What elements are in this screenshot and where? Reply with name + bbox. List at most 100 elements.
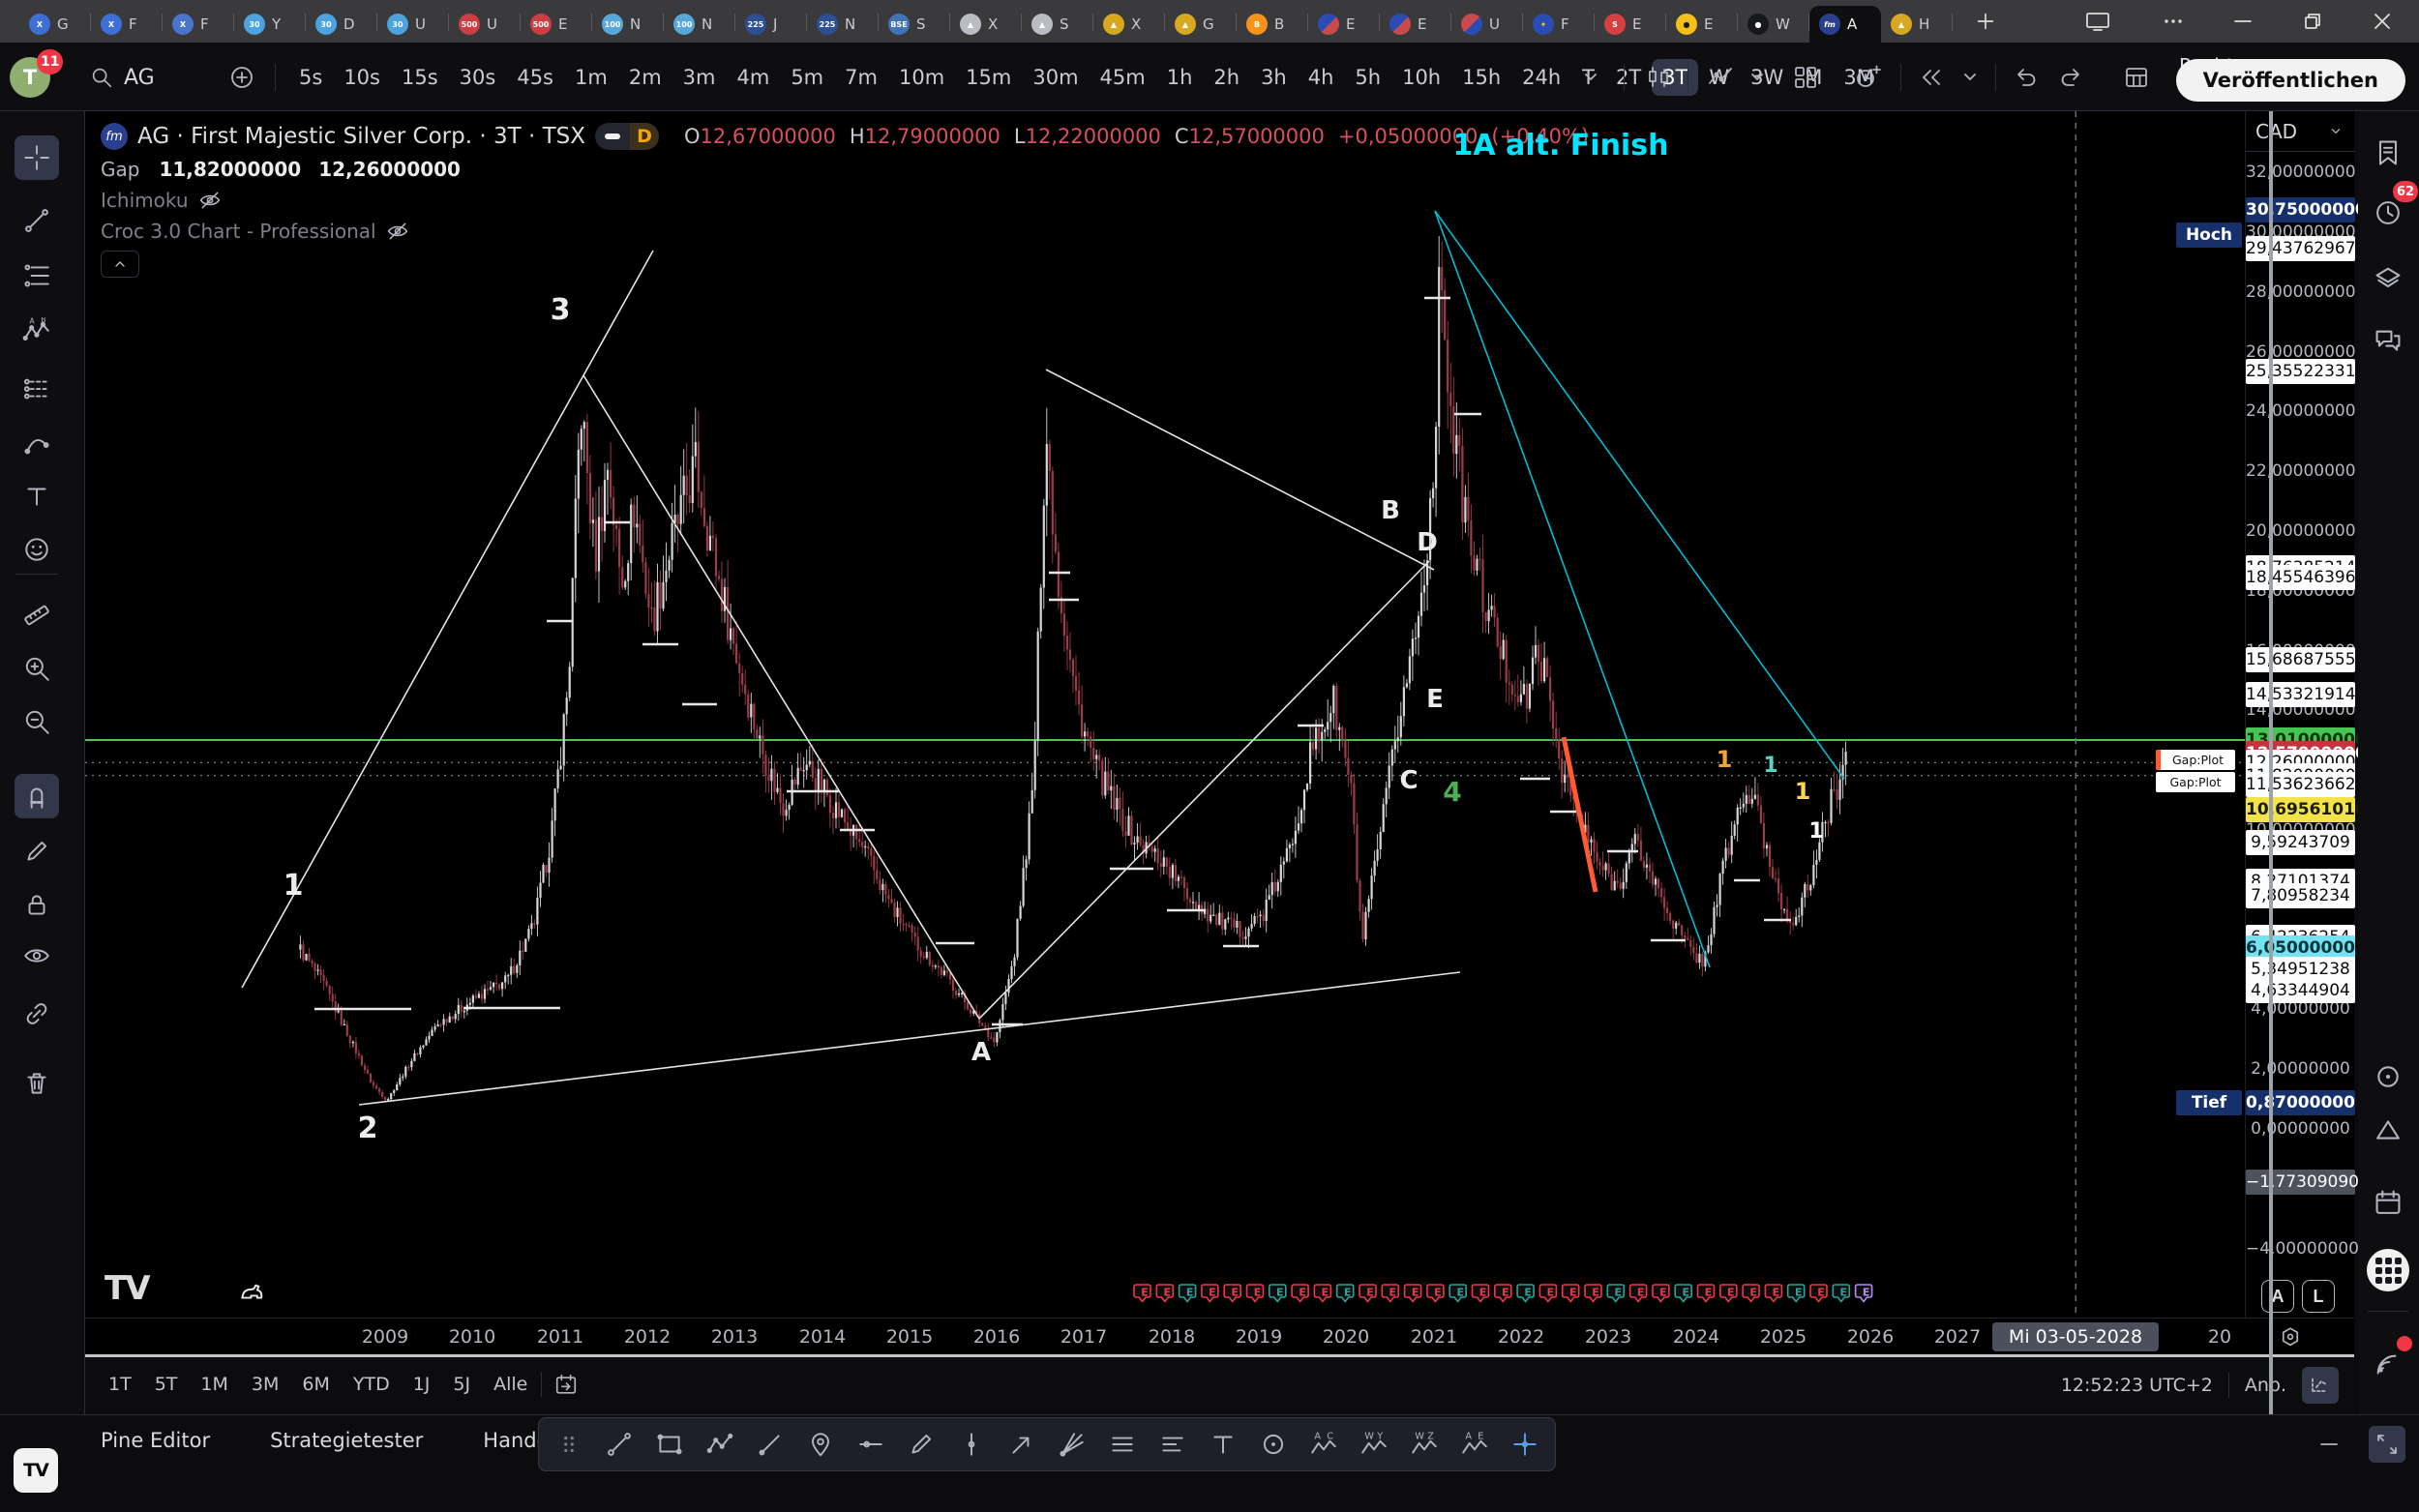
browser-tab-active[interactable]: fmA <box>1809 6 1881 43</box>
minimize-icon[interactable] <box>2222 4 2264 39</box>
tradingview-app-icon[interactable]: TV <box>14 1448 58 1493</box>
timeframe-5s[interactable]: 5s <box>288 59 333 96</box>
timeframe-10m[interactable]: 10m <box>888 59 955 96</box>
xabcd-pattern-tool[interactable]: AB <box>15 310 59 354</box>
text-tool[interactable] <box>15 474 59 519</box>
trend-line-tool[interactable] <box>597 1423 642 1466</box>
timeframe-1h[interactable]: 1h <box>1156 59 1204 96</box>
new-tab-button[interactable] <box>1964 4 2007 39</box>
log-scale-button[interactable]: L <box>2302 1280 2335 1313</box>
layout-panel-button[interactable] <box>2115 56 2158 99</box>
browser-tab[interactable]: 100N <box>664 6 735 43</box>
timeframe-4m[interactable]: 4m <box>726 59 780 96</box>
timeframe-4h[interactable]: 4h <box>1298 59 1345 96</box>
browser-tab[interactable]: BB <box>1237 6 1308 43</box>
range-5t[interactable]: 5T <box>145 1367 188 1402</box>
range-ytd[interactable]: YTD <box>343 1367 400 1402</box>
arrow-tool[interactable] <box>1000 1423 1044 1466</box>
measure-rows-tool[interactable] <box>1100 1423 1145 1466</box>
panel-minimize-button[interactable] <box>2307 1423 2351 1466</box>
timeframe-30m[interactable]: 30m <box>1022 59 1089 96</box>
streams-icon[interactable] <box>2366 1054 2410 1099</box>
log-scale-button[interactable] <box>2302 1367 2339 1404</box>
browser-tab[interactable]: 30D <box>306 6 377 43</box>
text-note-tool[interactable] <box>1201 1423 1245 1466</box>
timeframe-5h[interactable]: 5h <box>1344 59 1391 96</box>
legend-collapse-button[interactable] <box>101 251 139 278</box>
indicator-row-croc[interactable]: Croc 3.0 Chart - Professional <box>101 220 1589 243</box>
browser-tab[interactable]: 500U <box>449 6 521 43</box>
browser-tab[interactable]: 500E <box>521 6 592 43</box>
replay-menu-button[interactable] <box>1955 56 1986 99</box>
timeframe-2h[interactable]: 2h <box>1203 59 1250 96</box>
zoom-in-tool[interactable] <box>15 646 59 691</box>
lock-tool[interactable] <box>15 883 59 928</box>
browser-tab[interactable]: ▲S <box>1022 6 1093 43</box>
panel-expand-button[interactable] <box>2369 1426 2405 1463</box>
trend-line-tool[interactable] <box>15 198 59 243</box>
browser-tab[interactable]: U <box>1451 6 1523 43</box>
forecast-tool[interactable] <box>15 366 59 410</box>
clock[interactable]: 12:52:23 UTC+2 <box>2061 1375 2213 1396</box>
timeframe-5m[interactable]: 5m <box>780 59 834 96</box>
close-icon[interactable] <box>2361 4 2404 39</box>
auto-scale-button[interactable]: A <box>2261 1280 2294 1313</box>
indicators-menu-button[interactable] <box>1742 56 1773 99</box>
hide-drawings-tool[interactable] <box>15 934 59 978</box>
indicator-row-ichimoku[interactable]: Ichimoku <box>101 189 1589 212</box>
wave-labels[interactable]: 312ABCDE41111 <box>284 293 1824 1145</box>
circle-marker-tool[interactable] <box>1251 1423 1296 1466</box>
redo-button[interactable] <box>2049 56 2092 99</box>
browser-tab[interactable]: XF <box>91 6 163 43</box>
ideas-icon[interactable] <box>2366 1108 2410 1152</box>
create-alert-button[interactable] <box>1846 56 1889 99</box>
indicators-button[interactable] <box>1699 56 1742 99</box>
range-alle[interactable]: Alle <box>484 1367 537 1402</box>
eye-off-icon[interactable] <box>386 220 409 243</box>
time-axis[interactable]: 2009201020112012201320142015201620172018… <box>85 1318 2354 1354</box>
timeframe-3m[interactable]: 3m <box>672 59 727 96</box>
browser-tab[interactable]: XF <box>163 6 234 43</box>
align-lines-tool[interactable] <box>1150 1423 1195 1466</box>
crosshair-tool[interactable] <box>15 135 59 180</box>
price-axis[interactable]: CAD 32,0000000030,0000000028,0000000026,… <box>2245 111 2354 1354</box>
earnings-markers[interactable]: EEEEEEEEEEEEEEEEEEEEEEEEEEEEEEEEE <box>1134 1285 1872 1302</box>
horizontal-ray-tool[interactable] <box>849 1423 893 1466</box>
pattern-ae-tool[interactable]: AE <box>1452 1423 1497 1466</box>
pencil-tool[interactable] <box>15 829 59 874</box>
restore-icon[interactable] <box>2291 4 2334 39</box>
ray-tool[interactable] <box>748 1423 792 1466</box>
chart-style-button[interactable] <box>1637 56 1680 99</box>
price-chart[interactable]: EEEEEEEEEEEEEEEEEEEEEEEEEEEEEEEEE 312ABCD… <box>85 111 2245 1318</box>
range-1t[interactable]: 1T <box>99 1367 141 1402</box>
pattern-wy-tool[interactable]: WY <box>1352 1423 1396 1466</box>
level-segments[interactable] <box>314 298 1791 1024</box>
timeframe-10h[interactable]: 10h <box>1391 59 1451 96</box>
timeframe-15s[interactable]: 15s <box>391 59 449 96</box>
tab-strategy-tester[interactable]: Strategietester <box>270 1429 423 1452</box>
browser-tab[interactable]: ●E <box>1666 6 1738 43</box>
object-tree-icon[interactable] <box>2366 256 2410 301</box>
polyline-tool[interactable] <box>698 1423 742 1466</box>
pattern-ac-tool[interactable]: AC <box>1301 1423 1346 1466</box>
browser-tab[interactable]: ▲X <box>950 6 1022 43</box>
go-to-date-button[interactable] <box>546 1372 586 1397</box>
time-axis-settings-icon[interactable] <box>2274 1322 2307 1351</box>
rectangle-tool[interactable] <box>647 1423 692 1466</box>
eye-off-icon[interactable] <box>198 189 222 212</box>
browser-tab[interactable]: ▲G <box>1165 6 1237 43</box>
timeframe-24h[interactable]: 24h <box>1511 59 1571 96</box>
range-1m[interactable]: 1M <box>191 1367 237 1402</box>
apps-grid-icon[interactable] <box>2366 1248 2410 1292</box>
browser-tab[interactable]: 225N <box>807 6 879 43</box>
timeframe-1m[interactable]: 1m <box>564 59 618 96</box>
browser-tab[interactable]: 30Y <box>234 6 306 43</box>
link-tool[interactable] <box>15 992 59 1036</box>
chart-area[interactable]: EEEEEEEEEEEEEEEEEEEEEEEEEEEEEEEEE 312ABCD… <box>85 111 2354 1414</box>
range-1j[interactable]: 1J <box>403 1367 440 1402</box>
zoom-out-tool[interactable] <box>15 699 59 744</box>
timeframe-30s[interactable]: 30s <box>449 59 507 96</box>
tab-pine-editor[interactable]: Pine Editor <box>101 1429 210 1452</box>
range-3m[interactable]: 3M <box>242 1367 288 1402</box>
undo-button[interactable] <box>2005 56 2047 99</box>
